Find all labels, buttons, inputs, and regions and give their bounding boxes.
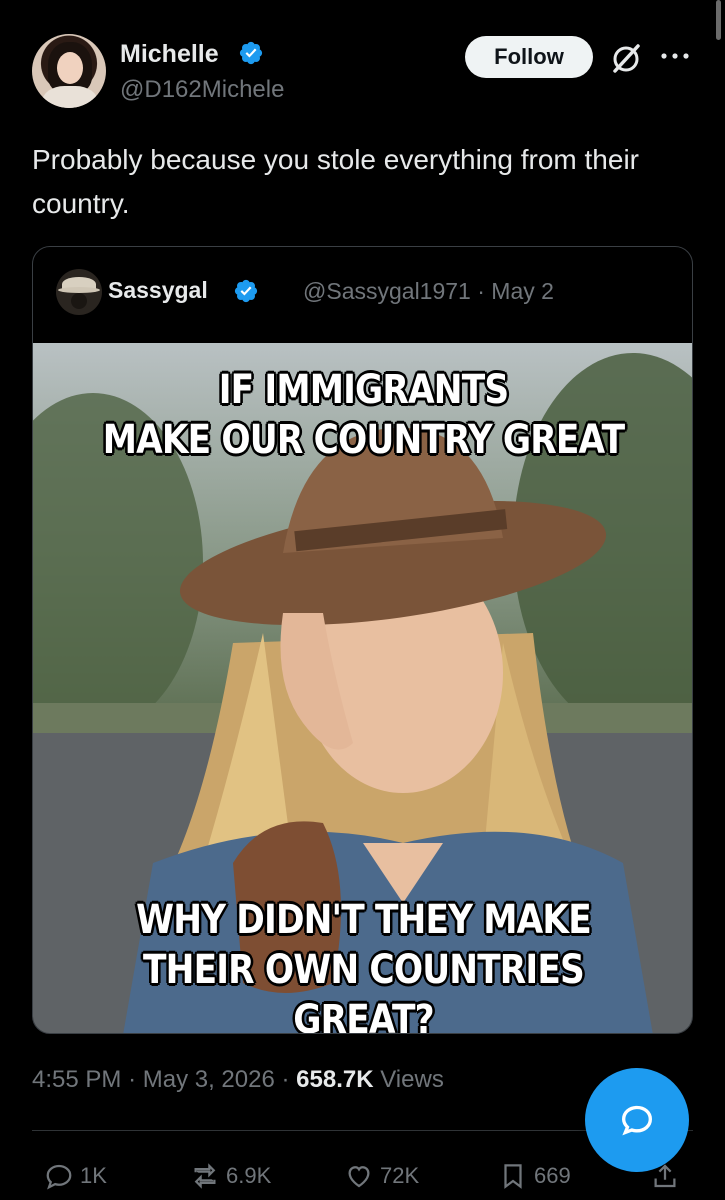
quoted-author-name[interactable]: Sassygal <box>108 277 208 304</box>
quoted-post-meta: @Sassygal1971 · May 2 <box>303 278 554 305</box>
meme-top-line-1: IF IMMIGRANTS <box>218 367 509 413</box>
more-icon[interactable] <box>658 46 692 66</box>
like-count: 72K <box>380 1163 420 1188</box>
quoted-author-avatar[interactable] <box>56 269 102 315</box>
quoted-post-date: · May 2 <box>477 278 554 304</box>
post-timestamp: 4:55 PM · May 3, 2026 · 658.7K Views <box>32 1066 444 1094</box>
separator: · <box>281 1066 290 1093</box>
meme-top-line-2: MAKE OUR COUNTRY GREAT <box>102 417 625 463</box>
verified-badge-icon <box>239 41 263 65</box>
heart-icon <box>348 1166 370 1188</box>
share-action[interactable] <box>650 1156 686 1196</box>
author-handle[interactable]: @D162Michele <box>120 76 284 104</box>
separator: · <box>128 1066 137 1093</box>
repost-action[interactable]: 6.9K <box>190 1156 271 1196</box>
bookmark-icon <box>504 1164 522 1189</box>
meme-image[interactable]: IF IMMIGRANTS MAKE OUR COUNTRY GREAT WHY… <box>33 343 692 1034</box>
reply-bubble-icon <box>621 1105 653 1136</box>
reply-count: 1K <box>80 1163 107 1188</box>
post-date[interactable]: May 3, 2026 <box>143 1066 275 1093</box>
repost-count: 6.9K <box>226 1163 272 1188</box>
follow-button[interactable]: Follow <box>465 36 593 78</box>
grok-icon[interactable] <box>609 42 643 76</box>
meme-bottom-line-2: THEIR OWN COUNTRIES GREAT? <box>143 947 585 1034</box>
post-text: Probably because you stole everything fr… <box>32 144 639 219</box>
views-count: 658.7K <box>296 1066 374 1093</box>
author-avatar[interactable] <box>32 34 106 108</box>
author-name[interactable]: Michelle <box>120 40 219 69</box>
meme-bottom-caption: WHY DIDN'T THEY MAKE THEIR OWN COUNTRIES… <box>79 895 647 1034</box>
bookmark-action[interactable]: 669 <box>498 1156 571 1196</box>
bookmark-count: 669 <box>534 1163 571 1188</box>
reply-action[interactable]: 1K <box>44 1156 107 1196</box>
quoted-author-handle[interactable]: @Sassygal1971 <box>303 278 471 304</box>
post-time[interactable]: 4:55 PM <box>32 1066 121 1093</box>
meme-bottom-line-1: WHY DIDN'T THEY MAKE <box>136 897 592 943</box>
reply-icon <box>46 1164 72 1190</box>
share-icon <box>654 1164 676 1188</box>
repost-icon <box>194 1163 216 1189</box>
quoted-post-card[interactable]: Sassygal @Sassygal1971 · May 2 IF IMMIGR… <box>32 246 693 1034</box>
scrollbar[interactable] <box>716 0 721 40</box>
views-label: Views <box>380 1066 444 1093</box>
like-action[interactable]: 72K <box>344 1156 419 1196</box>
meme-top-caption: IF IMMIGRANTS MAKE OUR COUNTRY GREAT <box>79 365 647 465</box>
verified-badge-icon <box>234 279 258 303</box>
